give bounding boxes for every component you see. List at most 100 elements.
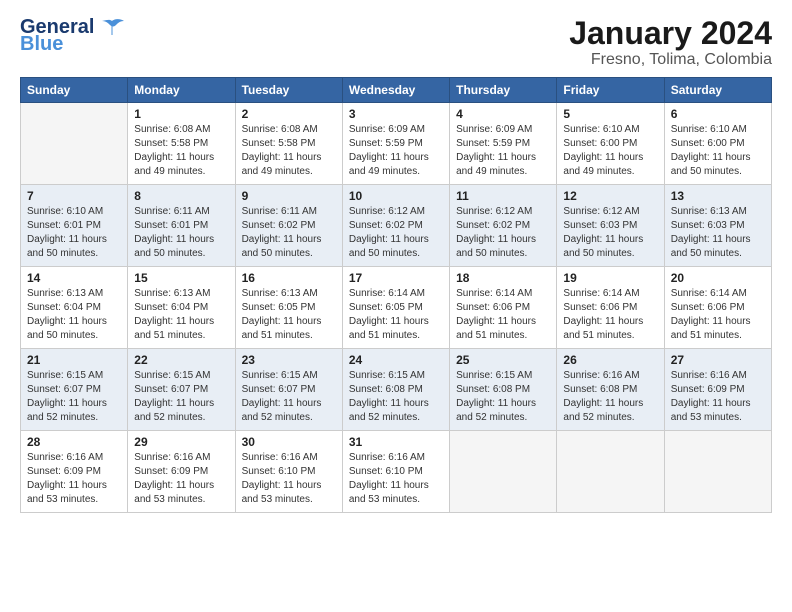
calendar-title: January 2024 bbox=[569, 16, 772, 51]
calendar-cell: 11 Sunrise: 6:12 AM Sunset: 6:02 PM Dayli… bbox=[450, 185, 557, 267]
day-info: Sunrise: 6:08 AM Sunset: 5:58 PM Dayligh… bbox=[134, 123, 228, 179]
day-info: Sunrise: 6:14 AM Sunset: 6:06 PM Dayligh… bbox=[456, 287, 550, 343]
calendar-cell: 22 Sunrise: 6:15 AM Sunset: 6:07 PM Dayli… bbox=[128, 349, 235, 431]
calendar-cell: 26 Sunrise: 6:16 AM Sunset: 6:08 PM Dayli… bbox=[557, 349, 664, 431]
day-info: Sunrise: 6:15 AM Sunset: 6:07 PM Dayligh… bbox=[134, 369, 228, 425]
calendar-cell: 2 Sunrise: 6:08 AM Sunset: 5:58 PM Daylig… bbox=[235, 103, 342, 185]
week-row-3: 14 Sunrise: 6:13 AM Sunset: 6:04 PM Dayli… bbox=[21, 267, 772, 349]
calendar-cell: 18 Sunrise: 6:14 AM Sunset: 6:06 PM Dayli… bbox=[450, 267, 557, 349]
calendar-cell: 10 Sunrise: 6:12 AM Sunset: 6:02 PM Dayli… bbox=[342, 185, 449, 267]
day-info: Sunrise: 6:12 AM Sunset: 6:02 PM Dayligh… bbox=[456, 205, 550, 261]
day-number: 11 bbox=[456, 189, 550, 203]
calendar-cell bbox=[557, 431, 664, 513]
calendar-cell: 28Sunrise: 6:16 AM Sunset: 6:09 PM Dayli… bbox=[21, 431, 128, 513]
day-info: Sunrise: 6:15 AM Sunset: 6:07 PM Dayligh… bbox=[242, 369, 336, 425]
day-number: 14 bbox=[27, 271, 121, 285]
calendar-cell: 16Sunrise: 6:13 AM Sunset: 6:05 PM Dayli… bbox=[235, 267, 342, 349]
header-wednesday: Wednesday bbox=[342, 78, 449, 103]
day-info: Sunrise: 6:09 AM Sunset: 5:59 PM Dayligh… bbox=[456, 123, 550, 179]
day-info: Sunrise: 6:10 AM Sunset: 6:01 PM Dayligh… bbox=[27, 205, 121, 261]
calendar-cell: 3Sunrise: 6:09 AM Sunset: 5:59 PM Daylig… bbox=[342, 103, 449, 185]
calendar-cell: 17 Sunrise: 6:14 AM Sunset: 6:05 PM Dayli… bbox=[342, 267, 449, 349]
calendar-cell: 15Sunrise: 6:13 AM Sunset: 6:04 PM Dayli… bbox=[128, 267, 235, 349]
header-tuesday: Tuesday bbox=[235, 78, 342, 103]
day-number: 24 bbox=[349, 353, 443, 367]
calendar-cell: 21 Sunrise: 6:15 AM Sunset: 6:07 PM Dayli… bbox=[21, 349, 128, 431]
day-info: Sunrise: 6:16 AM Sunset: 6:09 PM Dayligh… bbox=[27, 451, 121, 507]
day-number: 4 bbox=[456, 107, 550, 121]
day-number: 22 bbox=[134, 353, 228, 367]
day-number: 16 bbox=[242, 271, 336, 285]
day-number: 3 bbox=[349, 107, 443, 121]
week-row-4: 21 Sunrise: 6:15 AM Sunset: 6:07 PM Dayli… bbox=[21, 349, 772, 431]
week-row-5: 28Sunrise: 6:16 AM Sunset: 6:09 PM Dayli… bbox=[21, 431, 772, 513]
day-number: 12 bbox=[563, 189, 657, 203]
calendar-cell: 24 Sunrise: 6:15 AM Sunset: 6:08 PM Dayli… bbox=[342, 349, 449, 431]
calendar-cell: 6Sunrise: 6:10 AM Sunset: 6:00 PM Daylig… bbox=[664, 103, 771, 185]
day-info: Sunrise: 6:14 AM Sunset: 6:06 PM Dayligh… bbox=[563, 287, 657, 343]
day-number: 8 bbox=[134, 189, 228, 203]
calendar-cell: 29Sunrise: 6:16 AM Sunset: 6:09 PM Dayli… bbox=[128, 431, 235, 513]
day-number: 19 bbox=[563, 271, 657, 285]
day-number: 10 bbox=[349, 189, 443, 203]
day-number: 31 bbox=[349, 435, 443, 449]
calendar-cell: 5Sunrise: 6:10 AM Sunset: 6:00 PM Daylig… bbox=[557, 103, 664, 185]
calendar-cell: 30Sunrise: 6:16 AM Sunset: 6:10 PM Dayli… bbox=[235, 431, 342, 513]
day-number: 17 bbox=[349, 271, 443, 285]
day-number: 25 bbox=[456, 353, 550, 367]
calendar-cell: 31 Sunrise: 6:16 AM Sunset: 6:10 PM Dayli… bbox=[342, 431, 449, 513]
logo-bird-icon bbox=[98, 17, 126, 39]
day-info: Sunrise: 6:15 AM Sunset: 6:08 PM Dayligh… bbox=[456, 369, 550, 425]
day-info: Sunrise: 6:13 AM Sunset: 6:03 PM Dayligh… bbox=[671, 205, 765, 261]
calendar-table: Sunday Monday Tuesday Wednesday Thursday… bbox=[20, 77, 772, 513]
calendar-cell: 20 Sunrise: 6:14 AM Sunset: 6:06 PM Dayli… bbox=[664, 267, 771, 349]
day-info: Sunrise: 6:12 AM Sunset: 6:03 PM Dayligh… bbox=[563, 205, 657, 261]
calendar-cell: 14 Sunrise: 6:13 AM Sunset: 6:04 PM Dayli… bbox=[21, 267, 128, 349]
calendar-cell: 12 Sunrise: 6:12 AM Sunset: 6:03 PM Dayli… bbox=[557, 185, 664, 267]
day-number: 6 bbox=[671, 107, 765, 121]
day-number: 23 bbox=[242, 353, 336, 367]
calendar-subtitle: Fresno, Tolima, Colombia bbox=[569, 51, 772, 69]
day-info: Sunrise: 6:15 AM Sunset: 6:07 PM Dayligh… bbox=[27, 369, 121, 425]
day-number: 26 bbox=[563, 353, 657, 367]
calendar-cell bbox=[21, 103, 128, 185]
day-number: 20 bbox=[671, 271, 765, 285]
day-info: Sunrise: 6:14 AM Sunset: 6:05 PM Dayligh… bbox=[349, 287, 443, 343]
day-info: Sunrise: 6:16 AM Sunset: 6:09 PM Dayligh… bbox=[134, 451, 228, 507]
header-thursday: Thursday bbox=[450, 78, 557, 103]
day-info: Sunrise: 6:12 AM Sunset: 6:02 PM Dayligh… bbox=[349, 205, 443, 261]
header-sunday: Sunday bbox=[21, 78, 128, 103]
day-info: Sunrise: 6:13 AM Sunset: 6:04 PM Dayligh… bbox=[27, 287, 121, 343]
calendar-cell: 25 Sunrise: 6:15 AM Sunset: 6:08 PM Dayli… bbox=[450, 349, 557, 431]
calendar-cell: 27Sunrise: 6:16 AM Sunset: 6:09 PM Dayli… bbox=[664, 349, 771, 431]
calendar-cell: 4 Sunrise: 6:09 AM Sunset: 5:59 PM Daylig… bbox=[450, 103, 557, 185]
day-info: Sunrise: 6:14 AM Sunset: 6:06 PM Dayligh… bbox=[671, 287, 765, 343]
day-number: 9 bbox=[242, 189, 336, 203]
calendar-cell: 9 Sunrise: 6:11 AM Sunset: 6:02 PM Daylig… bbox=[235, 185, 342, 267]
week-row-2: 7 Sunrise: 6:10 AM Sunset: 6:01 PM Daylig… bbox=[21, 185, 772, 267]
title-block: January 2024 Fresno, Tolima, Colombia bbox=[569, 16, 772, 69]
calendar-cell: 19 Sunrise: 6:14 AM Sunset: 6:06 PM Dayli… bbox=[557, 267, 664, 349]
day-info: Sunrise: 6:16 AM Sunset: 6:08 PM Dayligh… bbox=[563, 369, 657, 425]
day-info: Sunrise: 6:16 AM Sunset: 6:10 PM Dayligh… bbox=[349, 451, 443, 507]
day-info: Sunrise: 6:13 AM Sunset: 6:04 PM Dayligh… bbox=[134, 287, 228, 343]
day-info: Sunrise: 6:11 AM Sunset: 6:02 PM Dayligh… bbox=[242, 205, 336, 261]
day-number: 18 bbox=[456, 271, 550, 285]
header-saturday: Saturday bbox=[664, 78, 771, 103]
calendar-cell: 7 Sunrise: 6:10 AM Sunset: 6:01 PM Daylig… bbox=[21, 185, 128, 267]
day-number: 2 bbox=[242, 107, 336, 121]
day-number: 7 bbox=[27, 189, 121, 203]
day-info: Sunrise: 6:08 AM Sunset: 5:58 PM Dayligh… bbox=[242, 123, 336, 179]
logo: General Blue bbox=[20, 16, 126, 56]
calendar-cell: 23 Sunrise: 6:15 AM Sunset: 6:07 PM Dayli… bbox=[235, 349, 342, 431]
calendar-cell: 8 Sunrise: 6:11 AM Sunset: 6:01 PM Daylig… bbox=[128, 185, 235, 267]
page: General Blue January 2024 Fresno, Tolima… bbox=[0, 0, 792, 612]
day-number: 21 bbox=[27, 353, 121, 367]
calendar-cell bbox=[450, 431, 557, 513]
day-number: 1 bbox=[134, 107, 228, 121]
day-info: Sunrise: 6:15 AM Sunset: 6:08 PM Dayligh… bbox=[349, 369, 443, 425]
day-info: Sunrise: 6:16 AM Sunset: 6:10 PM Dayligh… bbox=[242, 451, 336, 507]
day-number: 5 bbox=[563, 107, 657, 121]
calendar-cell: 13Sunrise: 6:13 AM Sunset: 6:03 PM Dayli… bbox=[664, 185, 771, 267]
day-info: Sunrise: 6:11 AM Sunset: 6:01 PM Dayligh… bbox=[134, 205, 228, 261]
